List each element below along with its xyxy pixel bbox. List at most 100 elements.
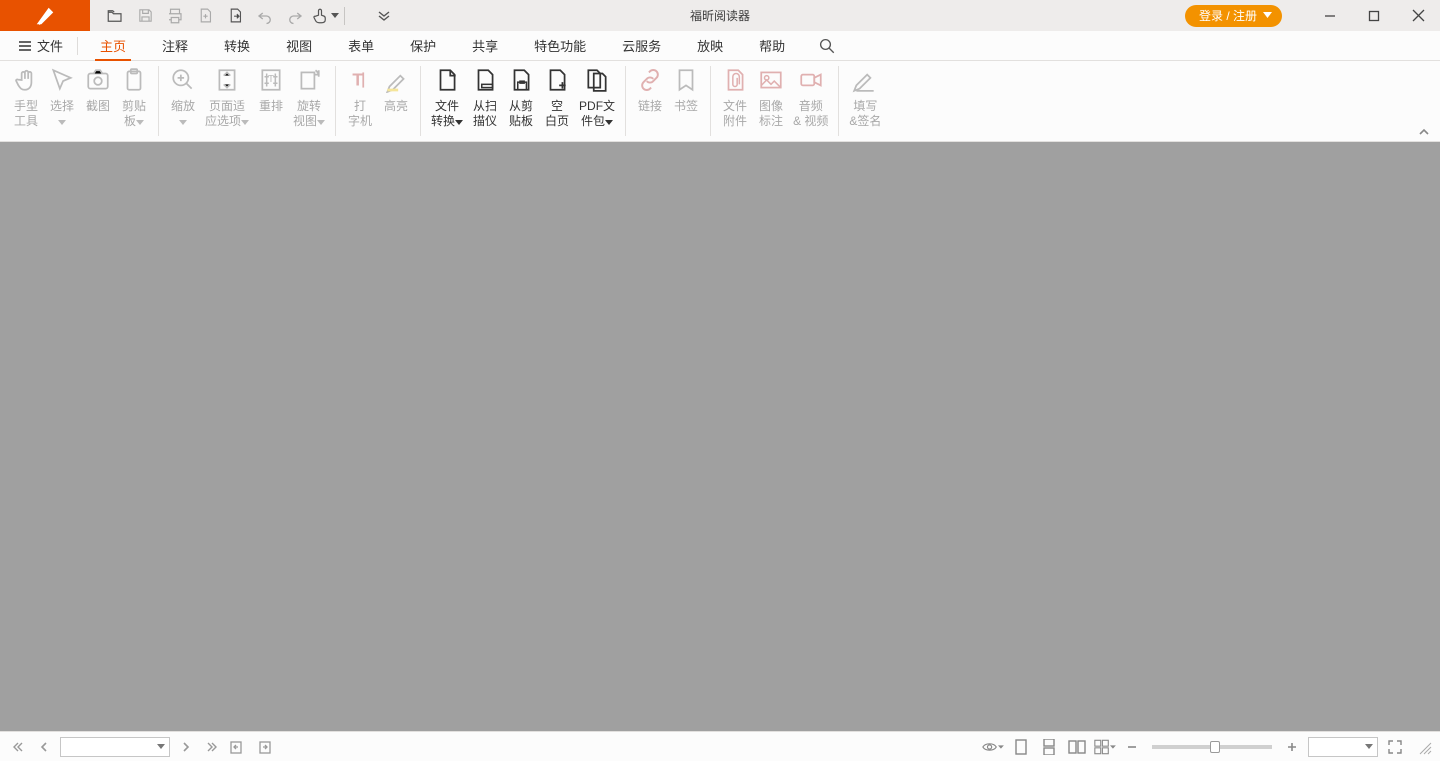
tab-home[interactable]: 主页 <box>82 31 144 61</box>
folder-open-icon <box>106 7 124 25</box>
separator <box>838 66 839 136</box>
link-icon <box>637 67 663 93</box>
portfolio-button[interactable]: PDF文 件包 <box>575 61 619 129</box>
fill-sign-button[interactable]: 填写 &签名 <box>845 61 885 129</box>
snapshot-icon <box>85 67 111 93</box>
save-button[interactable] <box>130 0 160 31</box>
new-page-button[interactable] <box>220 0 250 31</box>
continuous-button[interactable] <box>1038 736 1060 758</box>
highlight-button[interactable]: 高亮 <box>378 61 414 114</box>
facing-continuous-button[interactable] <box>1094 736 1116 758</box>
prev-view-button[interactable] <box>228 737 248 757</box>
chevron-down-icon <box>241 120 249 125</box>
tab-share[interactable]: 共享 <box>454 31 516 61</box>
maximize-icon <box>1368 10 1380 22</box>
zoom-slider[interactable] <box>1152 745 1272 749</box>
tab-form[interactable]: 表单 <box>330 31 392 61</box>
tab-slideshow[interactable]: 放映 <box>679 31 741 61</box>
open-file-button[interactable] <box>100 0 130 31</box>
last-page-button[interactable] <box>202 737 222 757</box>
chevron-down-icon <box>605 120 613 125</box>
zoom-icon <box>170 67 196 93</box>
title-bar: 福昕阅读器 登录 / 注册 <box>0 0 1440 31</box>
print-button[interactable] <box>160 0 190 31</box>
maximize-button[interactable] <box>1352 0 1396 31</box>
quick-access-more-button[interactable] <box>369 0 399 31</box>
reflow-button[interactable]: T 重排 <box>253 61 289 114</box>
hamburger-icon <box>18 40 32 52</box>
tab-help[interactable]: 帮助 <box>741 31 803 61</box>
undo-button[interactable] <box>250 0 280 31</box>
menu-bar: 文件 主页 注释 转换 视图 表单 保护 共享 特色功能 云服务 放映 帮助 <box>0 31 1440 61</box>
login-label: 登录 / 注册 <box>1199 7 1257 24</box>
touch-mode-button[interactable] <box>310 0 340 31</box>
next-view-button[interactable] <box>254 737 274 757</box>
app-logo[interactable] <box>0 0 90 31</box>
minimize-button[interactable] <box>1308 0 1352 31</box>
chevron-up-icon <box>1418 127 1430 137</box>
tab-convert[interactable]: 转换 <box>206 31 268 61</box>
snapshot-button[interactable]: 截图 <box>80 61 116 114</box>
facing-continuous-icon <box>1094 739 1109 755</box>
zoom-out-button[interactable] <box>1122 737 1142 757</box>
search-button[interactable] <box>818 37 836 55</box>
file-convert-icon <box>434 67 460 93</box>
read-mode-button[interactable] <box>982 736 1004 758</box>
redo-button[interactable] <box>280 0 310 31</box>
tab-cloud[interactable]: 云服务 <box>604 31 679 61</box>
hand-tool-button[interactable]: 手型 工具 <box>8 61 44 129</box>
from-scanner-button[interactable]: 从扫 描仪 <box>467 61 503 129</box>
clipboard-button[interactable]: 剪贴 板 <box>116 61 152 129</box>
close-icon <box>1412 9 1425 22</box>
rotate-button[interactable]: 旋转 视图 <box>289 61 329 129</box>
svg-text:T: T <box>268 74 274 85</box>
bookmark-button[interactable]: 书签 <box>668 61 704 114</box>
zoom-button[interactable]: 缩放 <box>165 61 201 129</box>
login-button[interactable]: 登录 / 注册 <box>1185 5 1282 27</box>
save-as-button[interactable] <box>190 0 220 31</box>
file-menu[interactable]: 文件 <box>18 36 63 55</box>
tab-comment[interactable]: 注释 <box>144 31 206 61</box>
select-button[interactable]: 选择 <box>44 61 80 129</box>
search-icon <box>818 37 836 55</box>
prev-page-button[interactable] <box>34 737 54 757</box>
convert-button[interactable]: 文件 转换 <box>427 61 467 129</box>
typewriter-button[interactable]: T 打 字机 <box>342 61 378 129</box>
page-back-icon <box>230 740 246 754</box>
from-clipboard-button[interactable]: 从剪 贴板 <box>503 61 539 129</box>
next-page-button[interactable] <box>176 737 196 757</box>
document-area[interactable] <box>0 142 1440 731</box>
continuous-icon <box>1042 739 1056 755</box>
attachment-button[interactable]: 文件 附件 <box>717 61 753 129</box>
blank-page-button[interactable]: 空 白页 <box>539 61 575 129</box>
audio-video-button[interactable]: 音频 & 视频 <box>789 61 832 129</box>
fullscreen-button[interactable] <box>1384 736 1406 758</box>
image-annot-button[interactable]: 图像 标注 <box>753 61 789 129</box>
zoom-value-input[interactable] <box>1308 737 1378 757</box>
tab-protect[interactable]: 保护 <box>392 31 454 61</box>
link-button[interactable]: 链接 <box>632 61 668 114</box>
close-button[interactable] <box>1396 0 1440 31</box>
minus-icon <box>1126 741 1138 753</box>
page-fit-button[interactable]: 页面适 应选项 <box>201 61 253 129</box>
svg-text:T: T <box>352 69 363 89</box>
separator <box>77 37 78 55</box>
zoom-in-button[interactable] <box>1282 737 1302 757</box>
tab-view[interactable]: 视图 <box>268 31 330 61</box>
attachment-icon <box>722 67 748 93</box>
single-page-button[interactable] <box>1010 736 1032 758</box>
tab-special[interactable]: 特色功能 <box>516 31 604 61</box>
fullscreen-icon <box>1387 739 1403 755</box>
typewriter-icon: T <box>347 67 373 93</box>
resize-grip[interactable] <box>1416 739 1432 755</box>
page-number-input[interactable] <box>60 737 170 757</box>
zoom-slider-thumb[interactable] <box>1210 741 1220 753</box>
hand-icon <box>13 67 39 93</box>
facing-button[interactable] <box>1066 736 1088 758</box>
ribbon-toolbar: 手型 工具 选择 截图 剪贴 板 缩放 页面适 应选项 T 重排 <box>0 61 1440 142</box>
first-page-button[interactable] <box>8 737 28 757</box>
chevron-down-icon <box>1110 745 1116 749</box>
chevron-down-icon <box>58 120 66 125</box>
collapse-ribbon-button[interactable] <box>1418 127 1430 137</box>
ribbon-group-tools: 手型 工具 选择 截图 剪贴 板 <box>8 61 152 129</box>
